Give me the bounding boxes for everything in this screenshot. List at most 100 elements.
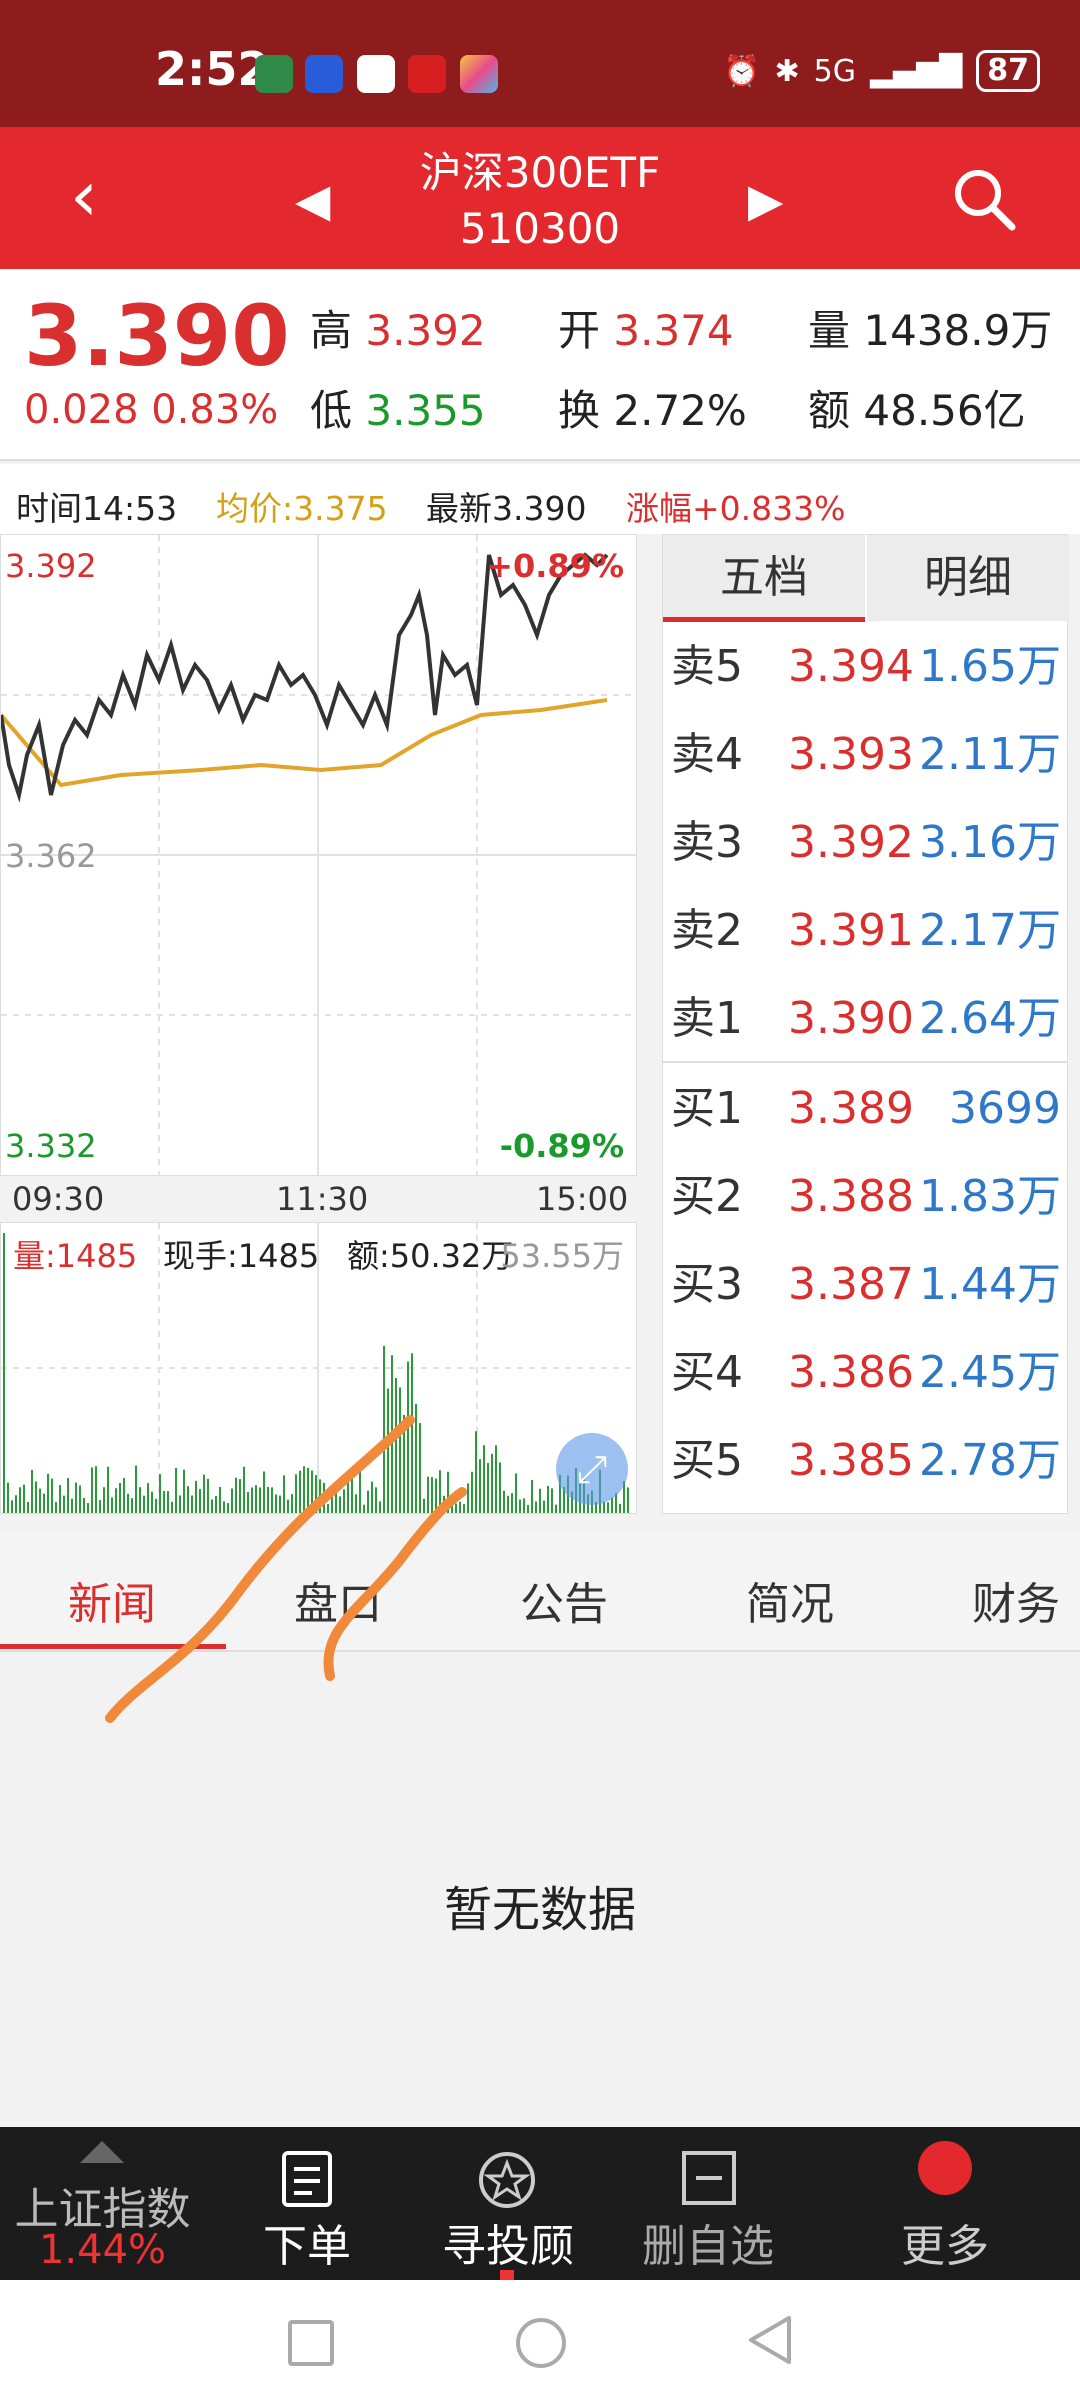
bid-label: 买2 (671, 1171, 743, 1222)
tab-overview[interactable]: 简况 (746, 1568, 834, 1632)
avg-price-line (1, 698, 608, 788)
change-percent: 0.83% (151, 387, 279, 433)
x-mid-label: 11:30 (276, 1180, 369, 1218)
bid-volume: 2.78万 (919, 1435, 1061, 1486)
tab-finance[interactable]: 财务 (972, 1568, 1060, 1632)
ask-label: 卖5 (671, 641, 743, 692)
ask-label: 卖4 (671, 729, 743, 780)
collapse-up-icon (80, 2141, 124, 2163)
bid-price: 3.386 (788, 1347, 914, 1398)
fullscreen-icon[interactable]: ⤢ (556, 1433, 628, 1505)
turnover-value: 2.72% (613, 386, 747, 435)
stock-title: 沪深300ETF 510300 (0, 145, 1080, 257)
more-button[interactable]: 更多 (880, 2127, 1010, 2280)
ask-volume: 2.11万 (919, 729, 1061, 780)
low-value: 3.355 (365, 386, 486, 435)
bid-price: 3.389 (788, 1083, 914, 1134)
index-ticker[interactable]: 上证指数 1.44% (0, 2127, 205, 2280)
advisor-label: 寻投顾 (442, 2221, 574, 2272)
next-stock-icon[interactable]: ▶ (748, 173, 783, 227)
order-label: 下单 (263, 2221, 351, 2272)
chart-info-row: 时间14:53 均价:3.375 最新3.390 涨幅+0.833% (0, 464, 1080, 534)
tab-detail[interactable]: 明细 (865, 535, 1069, 621)
bid-volume: 3699 (949, 1083, 1061, 1134)
delete-watchlist-button[interactable]: 删自选 (624, 2127, 792, 2280)
hand-drawn-annotation (105, 1415, 467, 1723)
volume-bar (535, 1501, 537, 1513)
advisor-button[interactable]: 寻投顾 (430, 2127, 586, 2280)
volume-bar (527, 1504, 529, 1513)
search-icon[interactable] (950, 165, 1020, 235)
bluetooth-icon: ✱ (774, 53, 800, 89)
volume-bar (547, 1485, 549, 1513)
battery-icon: 87 (976, 50, 1040, 92)
tab-announcement[interactable]: 公告 (520, 1568, 608, 1632)
home-icon[interactable] (516, 2318, 566, 2368)
minus-box-icon (682, 2151, 736, 2205)
high-field: 高 3.392 (310, 297, 486, 358)
volume-bar (531, 1480, 533, 1513)
empty-state: 暂无数据 (443, 1882, 636, 1938)
ask-row[interactable]: 卖4 3.393 2.11万 (663, 711, 1067, 799)
app-notification-icon (305, 55, 343, 93)
ask-row[interactable]: 卖5 3.394 1.65万 (663, 623, 1067, 711)
volume-bar (511, 1493, 513, 1513)
bid-label: 买4 (671, 1347, 743, 1398)
open-value: 3.374 (613, 306, 734, 355)
signal-icon: ▂▄▆█ (869, 53, 963, 89)
book-divider (663, 1061, 1067, 1063)
info-time: 时间14:53 (16, 489, 178, 528)
volume-bar (551, 1488, 553, 1513)
low-label: 低 (310, 386, 353, 435)
ask-label: 卖2 (671, 905, 743, 956)
change-value: 0.028 (24, 387, 139, 433)
bid-price: 3.387 (788, 1259, 914, 1310)
bid-label: 买3 (671, 1259, 743, 1310)
system-nav-bar (0, 2280, 1080, 2400)
tab-indicator (663, 617, 865, 622)
intraday-chart[interactable]: 3.392 3.362 3.332 +0.89% -0.89% (0, 534, 637, 1176)
more-icon (918, 2141, 972, 2195)
order-button[interactable]: 下单 (232, 2127, 382, 2280)
bid-volume: 1.83万 (919, 1171, 1061, 1222)
vol-label: 量:1485 (13, 1237, 138, 1275)
ask-row[interactable]: 卖3 3.392 3.16万 (663, 799, 1067, 887)
ask-price: 3.393 (788, 729, 914, 780)
pct-min-label: -0.89% (499, 1127, 624, 1165)
advisor-dot (500, 2270, 514, 2280)
volume-bar (523, 1498, 525, 1513)
bid-row[interactable]: 买3 3.387 1.44万 (663, 1241, 1067, 1329)
turnover-field: 换 2.72% (558, 377, 747, 438)
bid-row[interactable]: 买2 3.388 1.83万 (663, 1153, 1067, 1241)
advisor-icon (479, 2152, 535, 2208)
low-field: 低 3.355 (310, 377, 486, 438)
cur-hand-label: 现手:1485 (163, 1237, 320, 1275)
delete-watchlist-label: 删自选 (642, 2221, 774, 2272)
volume-bar (627, 1487, 629, 1513)
high-label: 高 (310, 306, 353, 355)
order-book: 五档 明细 卖5 3.394 1.65万卖4 3.393 2.11万卖3 3.392 3.1… (662, 534, 1069, 1514)
ask-row[interactable]: 卖1 3.390 2.64万 (663, 975, 1067, 1063)
open-label: 开 (558, 306, 601, 355)
stock-name: 沪深300ETF (419, 148, 661, 197)
network-label: 5G (813, 53, 856, 89)
ask-row[interactable]: 卖2 3.391 2.17万 (663, 887, 1067, 975)
x-start-label: 09:30 (12, 1180, 105, 1218)
status-time: 2:52 (155, 42, 270, 96)
amount-field: 额 48.56亿 (808, 377, 1026, 438)
back-icon[interactable] (745, 2314, 793, 2366)
quote-panel: 3.390 0.028 0.83% 高 3.392 低 3.355 开 3.37… (0, 269, 1080, 461)
recent-apps-icon[interactable] (288, 2320, 334, 2366)
index-pct: 1.44% (38, 2227, 167, 2273)
price-change: 0.028 0.83% (24, 387, 278, 433)
volume-bar (555, 1504, 557, 1513)
ask-volume: 2.64万 (919, 993, 1061, 1044)
bid-row[interactable]: 买1 3.389 3699 (663, 1065, 1067, 1153)
bid-row[interactable]: 买4 3.386 2.45万 (663, 1329, 1067, 1417)
y-max-label: 3.392 (5, 547, 97, 585)
bid-row[interactable]: 买5 3.385 2.78万 (663, 1417, 1067, 1505)
volume-bar (503, 1490, 505, 1513)
bid-price: 3.388 (788, 1171, 914, 1222)
vol-max-label: 53.55万 (500, 1237, 624, 1275)
tab-level5[interactable]: 五档 (663, 535, 865, 621)
